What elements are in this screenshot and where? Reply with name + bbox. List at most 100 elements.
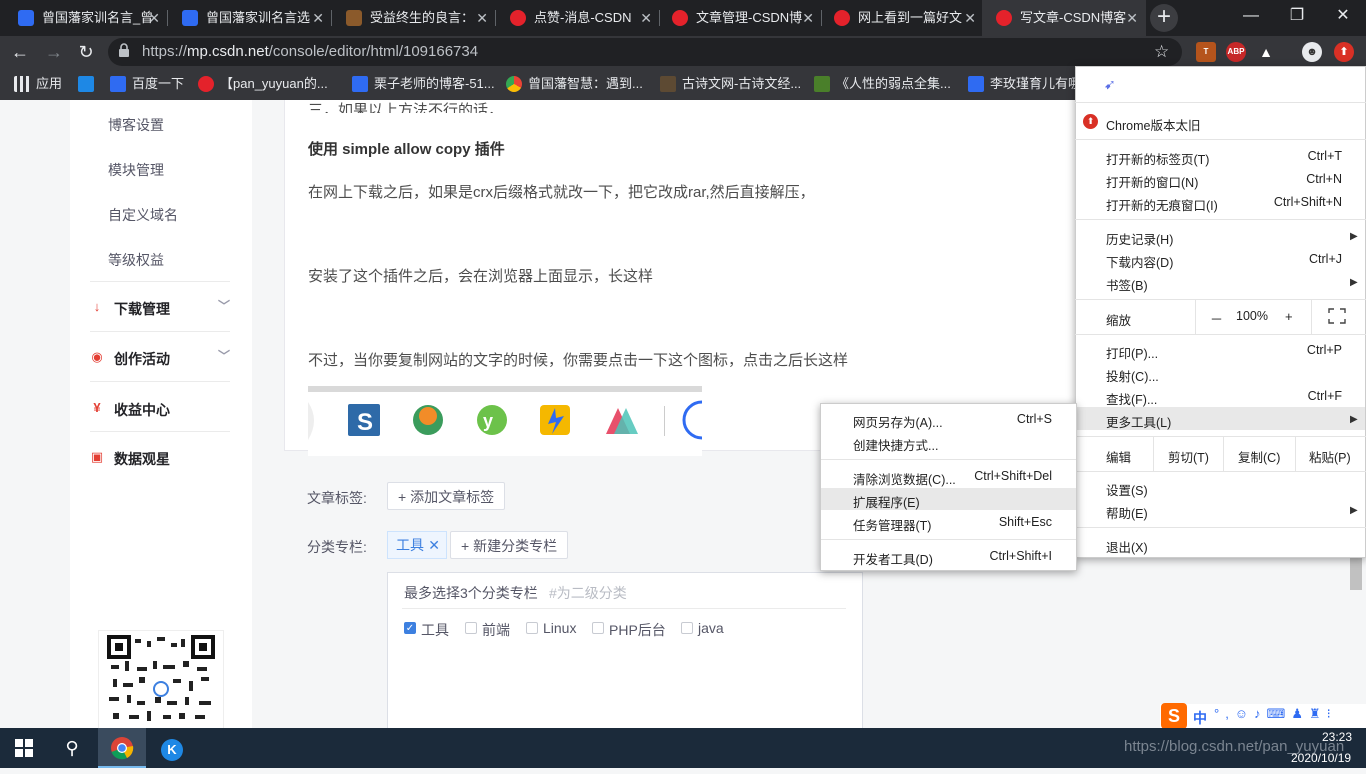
checkbox-icon[interactable]	[526, 622, 538, 634]
category-checkbox[interactable]: ✓ 工具	[404, 620, 449, 640]
cut-button[interactable]: 剪切(T)	[1168, 447, 1209, 466]
sidebar-item-level[interactable]: 等级权益	[108, 250, 164, 270]
bookmark-item[interactable]: 《人性的弱点全集...	[814, 68, 951, 100]
menu-item-print[interactable]: 打印(P)...	[1106, 343, 1158, 362]
shortcut-text: Ctrl+Shift+Del	[974, 469, 1052, 483]
restore-button[interactable]: ❐	[1274, 0, 1320, 36]
minimize-button[interactable]: —	[1228, 0, 1274, 36]
menu-item-update[interactable]: Chrome版本太旧	[1106, 115, 1200, 134]
chrome-taskbar-icon[interactable]	[98, 728, 146, 768]
shortcut-text: Ctrl+Shift+I	[989, 549, 1052, 563]
checkbox-checked-icon[interactable]: ✓	[404, 622, 416, 634]
checkbox-icon[interactable]	[465, 622, 477, 634]
clock-time[interactable]: 23:23	[1322, 730, 1352, 744]
lock-icon[interactable]	[118, 42, 132, 60]
sidebar-item-earnings[interactable]: ¥ 收益中心	[90, 400, 230, 420]
menu-item-exit[interactable]: 退出(X)	[1106, 537, 1148, 556]
add-tag-button[interactable]: + 添加文章标签	[387, 482, 506, 510]
bookmark-apps[interactable]: 应用	[14, 68, 62, 100]
extension-m-icon[interactable]: ▲	[1256, 42, 1276, 62]
browser-tab-active[interactable]: 写文章-CSDN博客 ✕	[982, 0, 1146, 36]
ime-tool-icons[interactable]: °,☺♪⌨♟♜⁝	[1214, 706, 1337, 722]
extension-bird-icon[interactable]: ➹	[1104, 76, 1120, 92]
category-checkbox[interactable]: PHP后台	[592, 620, 666, 640]
ime-language-toggle[interactable]: 中	[1193, 708, 1207, 728]
browser-tab[interactable]: 曾国藩家训名言选 ✕	[168, 0, 332, 36]
extension-copy-icon[interactable]: T	[1196, 42, 1216, 62]
sidebar-item-blog-settings[interactable]: 博客设置	[108, 115, 164, 135]
close-icon[interactable]: ✕	[964, 0, 976, 36]
windows-start-icon[interactable]	[0, 728, 48, 768]
bookmark-item[interactable]: 栗子老师的博客-51...	[352, 68, 495, 100]
close-icon[interactable]: ✕	[312, 0, 324, 36]
sidebar-item-domain[interactable]: 自定义域名	[108, 205, 178, 225]
submenu-item-shortcut[interactable]: 创建快捷方式...	[853, 435, 938, 454]
chart-icon: ▣	[90, 449, 104, 464]
bookmark-item[interactable]: 【pan_yuyuan的...	[198, 68, 328, 100]
menu-item-downloads[interactable]: 下载内容(D)	[1106, 252, 1173, 271]
menu-item-more-tools[interactable]: 更多工具(L)	[1106, 412, 1171, 431]
new-category-button[interactable]: + 新建分类专栏	[450, 531, 569, 559]
checkbox-icon[interactable]	[592, 622, 604, 634]
forward-icon[interactable]: →	[40, 38, 68, 66]
close-icon[interactable]: ✕	[148, 0, 160, 36]
menu-item-new-tab[interactable]: 打开新的标签页(T)	[1106, 149, 1209, 168]
close-icon[interactable]: ✕	[1126, 0, 1138, 36]
category-checkbox[interactable]: java	[681, 620, 724, 636]
svg-text:S: S	[357, 409, 373, 436]
back-icon[interactable]: ←	[6, 38, 34, 66]
sogou-ime-icon[interactable]: S	[1161, 703, 1187, 729]
fullscreen-icon[interactable]	[1328, 308, 1346, 324]
sidebar-item-downloads[interactable]: ↓ 下载管理 ﹀	[90, 299, 230, 319]
menu-item-find[interactable]: 查找(F)...	[1106, 389, 1157, 408]
adblock-plus-icon[interactable]: ABP	[1226, 42, 1246, 62]
browser-tab[interactable]: 网上看到一篇好文 ✕	[820, 0, 984, 36]
menu-item-history[interactable]: 历史记录(H)	[1106, 229, 1173, 248]
category-checkbox[interactable]: 前端	[465, 620, 510, 640]
checkbox-icon[interactable]	[681, 622, 693, 634]
bookmark-item[interactable]: 李玫瑾育儿有哪	[968, 68, 1081, 100]
bookmark-star-icon[interactable]: ☆	[1154, 38, 1169, 66]
clock-date[interactable]: 2020/10/19	[1291, 751, 1351, 765]
url-text[interactable]: https://mp.csdn.net/console/editor/html/…	[142, 38, 478, 66]
sidebar-item-activities[interactable]: ◉ 创作活动 ﹀	[90, 349, 230, 369]
paste-button[interactable]: 粘贴(P)	[1309, 447, 1351, 466]
sidebar-item-data[interactable]: ▣ 数据观星	[90, 449, 230, 469]
bookmark-item[interactable]: 古诗文网-古诗文经...	[660, 68, 801, 100]
menu-item-settings[interactable]: 设置(S)	[1106, 480, 1148, 499]
profile-avatar-icon[interactable]: ☻	[1302, 42, 1322, 62]
copy-button[interactable]: 复制(C)	[1238, 447, 1280, 466]
close-window-button[interactable]: ✕	[1320, 0, 1366, 36]
bookmark-item[interactable]: 曾国藩智慧：遇到...	[506, 68, 643, 100]
browser-tab[interactable]: 曾国藩家训名言_曾 ✕	[4, 0, 168, 36]
close-icon[interactable]: ✕	[476, 0, 488, 36]
menu-item-incognito[interactable]: 打开新的无痕窗口(I)	[1106, 195, 1218, 214]
browser-tab[interactable]: 受益终生的良言： ✕	[332, 0, 496, 36]
menu-item-cast[interactable]: 投射(C)...	[1106, 366, 1159, 385]
submenu-item-devtools[interactable]: 开发者工具(D)	[853, 549, 933, 568]
zoom-in-button[interactable]: +	[1285, 309, 1293, 324]
submenu-item-clear-data[interactable]: 清除浏览数据(C)...	[853, 469, 956, 488]
selected-category-tag[interactable]: 工具 ✕	[387, 531, 447, 559]
reload-icon[interactable]: ↻	[72, 38, 100, 66]
close-icon[interactable]: ✕	[802, 0, 814, 36]
menu-item-new-window[interactable]: 打开新的窗口(N)	[1106, 172, 1198, 191]
close-icon[interactable]: ✕	[428, 532, 440, 558]
new-tab-button[interactable]: +	[1150, 4, 1178, 32]
search-icon[interactable]: ⚲	[48, 728, 96, 768]
menu-item-help[interactable]: 帮助(E)	[1106, 503, 1148, 522]
submenu-item-extensions[interactable]: 扩展程序(E)	[853, 492, 920, 511]
browser-tab[interactable]: 文章管理-CSDN博 ✕	[658, 0, 822, 36]
category-checkbox[interactable]: Linux	[526, 620, 576, 636]
chrome-menu-update-icon[interactable]: ⬆	[1334, 42, 1354, 62]
bookmark-translate[interactable]	[78, 68, 100, 100]
zoom-out-button[interactable]: －	[1210, 309, 1223, 328]
app-k-taskbar-icon[interactable]: K	[148, 728, 196, 768]
submenu-item-task-manager[interactable]: 任务管理器(T)	[853, 515, 931, 534]
close-icon[interactable]: ✕	[640, 0, 652, 36]
sidebar-item-modules[interactable]: 模块管理	[108, 160, 164, 180]
browser-tab[interactable]: 点赞-消息-CSDN ✕	[496, 0, 660, 36]
menu-item-bookmarks[interactable]: 书签(B)	[1106, 275, 1148, 294]
bookmark-item[interactable]: 百度一下	[110, 68, 184, 100]
submenu-item-save-as[interactable]: 网页另存为(A)...	[853, 412, 943, 431]
